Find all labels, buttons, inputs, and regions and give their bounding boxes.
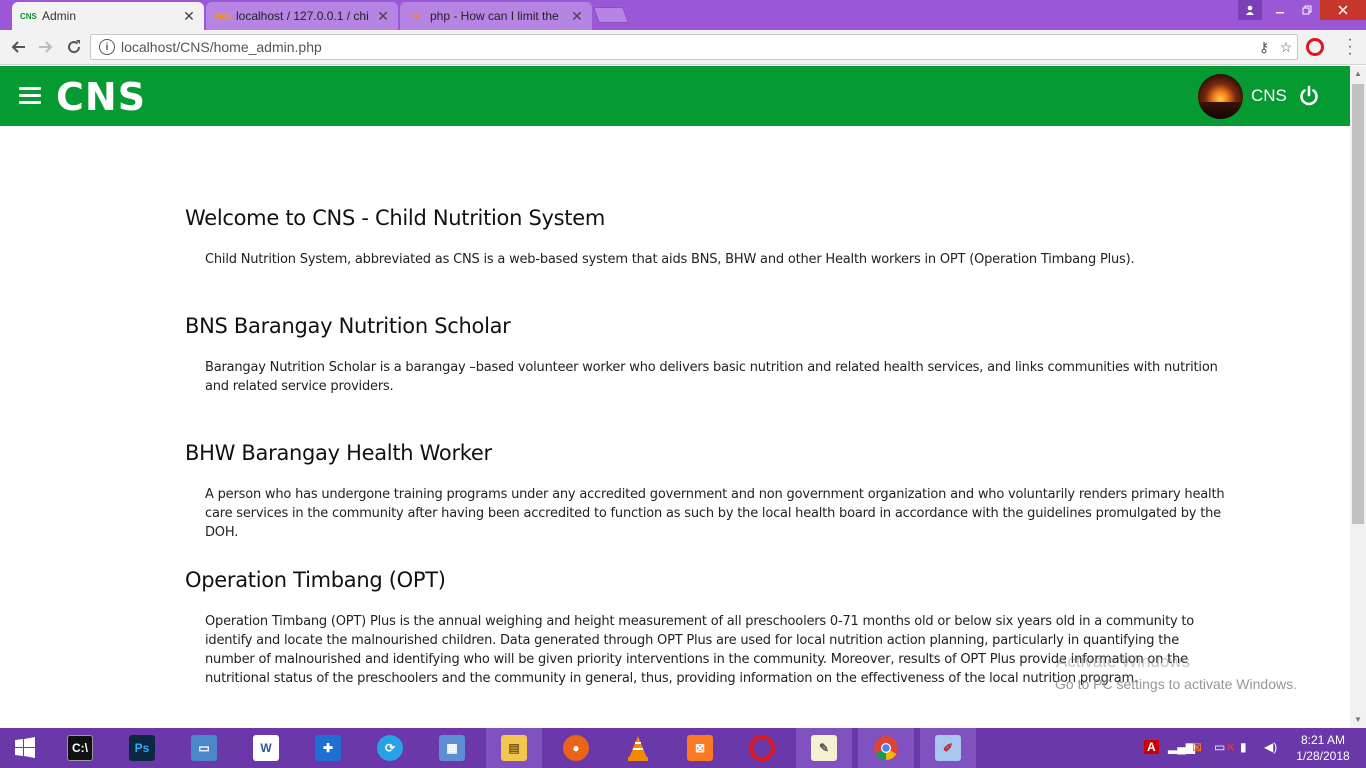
photoshop-icon: Ps bbox=[129, 735, 155, 761]
stackoverflow-favicon-icon: ≋ bbox=[412, 11, 420, 21]
browser-tab-strip: CNS Admin ✕ PMA localhost / 127.0.0.1 / … bbox=[0, 0, 1366, 30]
taskbar-editor[interactable]: ✎ bbox=[796, 728, 852, 768]
brand-logo[interactable]: CNS bbox=[56, 75, 146, 119]
taskbar-explorer[interactable]: ▤ bbox=[486, 728, 542, 768]
user-name[interactable]: CNS bbox=[1251, 86, 1287, 106]
page-viewport: CNS CNS Welcome to CNS - Child Nutrition… bbox=[0, 66, 1350, 728]
section-body: Barangay Nutrition Scholar is a barangay… bbox=[205, 360, 1218, 394]
close-icon[interactable]: ✕ bbox=[568, 8, 586, 25]
windows-taskbar: C:\ Ps ▭ W ✚ ⟳ ▦ ▤ ● ⊠ ✎ ✐ A ▂▄▆ ⊠ ▭✕ ▮ … bbox=[0, 728, 1366, 768]
command-prompt-icon: C:\ bbox=[67, 735, 93, 761]
taskbar-photoshop[interactable]: Ps bbox=[114, 728, 170, 768]
activation-watermark-title: Activate Windows bbox=[1056, 652, 1191, 671]
word-icon: W bbox=[253, 735, 279, 761]
url-text: localhost/CNS/home_admin.php bbox=[121, 39, 322, 55]
folder-icon: ▤ bbox=[501, 735, 527, 761]
close-icon[interactable]: ✕ bbox=[374, 8, 392, 25]
taskbar-control-panel[interactable]: ▦ bbox=[424, 728, 480, 768]
phpmyadmin-favicon-icon: PMA bbox=[214, 11, 232, 21]
scroll-up-icon[interactable]: ▲ bbox=[1350, 66, 1366, 82]
section-body: Child Nutrition System, abbreviated as C… bbox=[205, 252, 1135, 267]
browser-menu-icon[interactable]: · · · bbox=[1340, 32, 1360, 62]
taskbar-firefox[interactable]: ● bbox=[548, 728, 604, 768]
taskbar-sync[interactable]: ⟳ bbox=[362, 728, 418, 768]
info-icon[interactable]: i bbox=[99, 39, 115, 55]
network-tray-icon[interactable]: ▭✕ bbox=[1214, 740, 1235, 754]
restore-icon[interactable] bbox=[1294, 0, 1320, 20]
key-icon[interactable]: ⚷ bbox=[1253, 39, 1275, 56]
hamburger-menu-icon[interactable] bbox=[19, 87, 41, 105]
taskbar-opera[interactable] bbox=[734, 728, 790, 768]
computer-icon: ▭ bbox=[191, 735, 217, 761]
minimize-icon[interactable] bbox=[1266, 0, 1294, 20]
power-icon[interactable] bbox=[1298, 85, 1320, 107]
taskbar-xampp[interactable]: ⊠ bbox=[672, 728, 728, 768]
browser-toolbar: i localhost/CNS/home_admin.php ⚷ ☆ · · · bbox=[0, 30, 1366, 65]
vlc-icon bbox=[628, 736, 648, 761]
battery-tray-icon[interactable]: ▮ bbox=[1240, 740, 1247, 754]
tab-title: Admin bbox=[42, 9, 77, 23]
tab-phpmyadmin[interactable]: PMA localhost / 127.0.0.1 / chi ✕ bbox=[206, 2, 398, 30]
acrobat-tray-icon[interactable]: A bbox=[1144, 740, 1159, 754]
system-clock[interactable]: 8:21 AM 1/28/2018 bbox=[1288, 732, 1358, 764]
scrollbar-thumb[interactable] bbox=[1352, 84, 1364, 524]
shield-icon: ✚ bbox=[315, 735, 341, 761]
app-header: CNS CNS bbox=[0, 66, 1350, 126]
clock-time: 8:21 AM bbox=[1300, 733, 1346, 747]
section-bns: BNS Barangay Nutrition Scholar Barangay … bbox=[185, 314, 1225, 396]
xampp-tray-icon[interactable]: ⊠ bbox=[1192, 740, 1202, 754]
vertical-scrollbar[interactable]: ▲ ▼ bbox=[1350, 66, 1366, 728]
profile-icon[interactable] bbox=[1238, 0, 1262, 20]
tab-title: localhost / 127.0.0.1 / chi bbox=[236, 9, 369, 23]
bookmark-star-icon[interactable]: ☆ bbox=[1275, 39, 1297, 56]
avatar[interactable] bbox=[1198, 74, 1243, 119]
reload-icon[interactable] bbox=[62, 36, 86, 58]
back-arrow-icon[interactable] bbox=[6, 36, 30, 58]
xampp-icon: ⊠ bbox=[687, 735, 713, 761]
section-body: A person who has undergone training prog… bbox=[205, 487, 1225, 540]
paint-icon: ✐ bbox=[935, 735, 961, 761]
address-bar[interactable]: i localhost/CNS/home_admin.php ⚷ ☆ bbox=[90, 34, 1298, 60]
notepad-icon: ✎ bbox=[811, 735, 837, 761]
close-icon[interactable]: ✕ bbox=[180, 8, 198, 25]
taskbar-computer[interactable]: ▭ bbox=[176, 728, 232, 768]
firefox-icon: ● bbox=[563, 735, 589, 761]
forward-arrow-icon[interactable] bbox=[34, 36, 58, 58]
new-tab-button[interactable] bbox=[593, 7, 629, 23]
close-window-icon[interactable] bbox=[1320, 0, 1366, 20]
taskbar-cmd[interactable]: C:\ bbox=[52, 728, 108, 768]
scroll-down-icon[interactable]: ▼ bbox=[1350, 712, 1366, 728]
start-button[interactable] bbox=[0, 728, 50, 768]
activation-watermark-text: Go to PC settings to activate Windows. bbox=[1055, 676, 1297, 692]
section-title: Operation Timbang (OPT) bbox=[185, 568, 446, 592]
section-welcome: Welcome to CNS - Child Nutrition System … bbox=[185, 206, 1135, 269]
sync-icon: ⟳ bbox=[377, 735, 403, 761]
tab-title: php - How can I limit the bbox=[430, 9, 559, 23]
taskbar-chrome[interactable] bbox=[858, 728, 914, 768]
taskbar-paint[interactable]: ✐ bbox=[920, 728, 976, 768]
opera-extension-icon[interactable] bbox=[1306, 38, 1324, 56]
section-title: Welcome to CNS - Child Nutrition System bbox=[185, 206, 606, 230]
opera-icon bbox=[749, 735, 775, 761]
taskbar-defender[interactable]: ✚ bbox=[300, 728, 356, 768]
section-title: BHW Barangay Health Worker bbox=[185, 441, 492, 465]
clock-date: 1/28/2018 bbox=[1296, 749, 1350, 763]
chrome-icon bbox=[874, 736, 898, 760]
tab-admin[interactable]: CNS Admin ✕ bbox=[12, 2, 204, 30]
volume-tray-icon[interactable]: ◀) bbox=[1264, 740, 1277, 754]
tab-stackoverflow[interactable]: ≋ php - How can I limit the ✕ bbox=[400, 2, 592, 30]
taskbar-vlc[interactable] bbox=[610, 728, 666, 768]
control-panel-icon: ▦ bbox=[439, 735, 465, 761]
section-bhw: BHW Barangay Health Worker A person who … bbox=[185, 441, 1225, 542]
cns-favicon-icon: CNS bbox=[20, 11, 37, 21]
section-title: BNS Barangay Nutrition Scholar bbox=[185, 314, 511, 338]
taskbar-word[interactable]: W bbox=[238, 728, 294, 768]
signal-tray-icon[interactable]: ▂▄▆ bbox=[1168, 740, 1195, 754]
